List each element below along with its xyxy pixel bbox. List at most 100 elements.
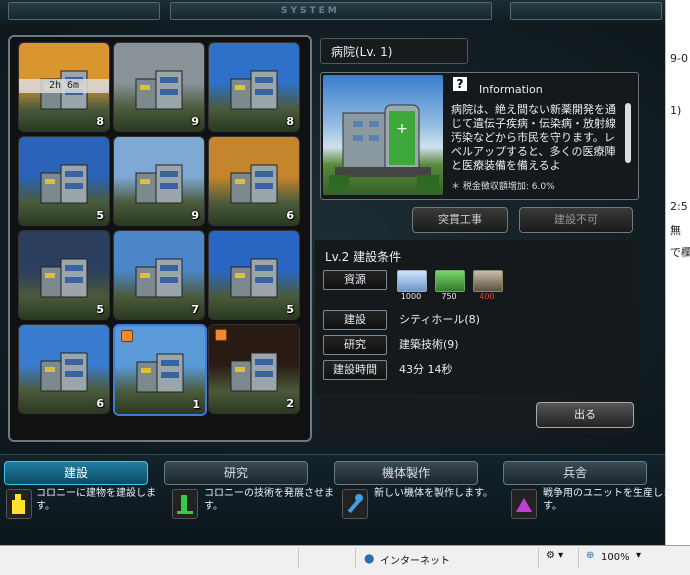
build-time-label: 建設時間 bbox=[323, 360, 387, 380]
info-heading: Information bbox=[479, 83, 543, 96]
build-icon bbox=[6, 489, 32, 519]
globe-icon: ● bbox=[364, 551, 375, 565]
building-grid-panel: 2h 6m 8 9 8 5 9 6 5 7 5 6 1 2 bbox=[8, 35, 312, 442]
rush-build-button[interactable]: 突貫工事 bbox=[412, 207, 508, 233]
building-icon bbox=[133, 348, 187, 394]
building-count: 8 bbox=[96, 115, 104, 128]
build-time-value: 43分 14秒 bbox=[399, 363, 453, 376]
status-divider bbox=[538, 548, 539, 568]
top-slot-center: SYSTEM bbox=[170, 2, 492, 20]
building-title-box: 病院(Lv. 1) bbox=[320, 38, 468, 64]
building-count: 5 bbox=[286, 303, 294, 316]
resource-amount: 1000 bbox=[400, 292, 422, 301]
strip-text: 無 bbox=[670, 224, 681, 237]
building-icon bbox=[132, 253, 186, 299]
browser-right-strip: 9-0 1) 2:5 無 で欄 bbox=[665, 0, 690, 545]
building-icon bbox=[37, 347, 91, 393]
build-req-label: 建設 bbox=[323, 310, 387, 330]
building-tile[interactable]: 1 bbox=[113, 324, 207, 416]
exit-bar: 出る bbox=[320, 397, 637, 433]
research-desc: コロニーの技術を発展させます。 bbox=[204, 488, 334, 512]
unit-icon bbox=[511, 489, 537, 519]
building-tile[interactable]: 5 bbox=[18, 136, 110, 226]
building-tile[interactable]: 2 bbox=[208, 324, 300, 414]
zone-label: インターネット bbox=[380, 556, 450, 567]
building-tile[interactable]: 9 bbox=[113, 42, 205, 132]
building-icon bbox=[37, 159, 91, 205]
help-icon[interactable]: ? bbox=[453, 77, 467, 91]
strip-text: で欄 bbox=[670, 246, 690, 259]
requirements-box: Lv.2 建設条件 資源 1000 750 400 建設 シティホール(8) 研… bbox=[315, 240, 639, 395]
building-image: + bbox=[323, 75, 443, 195]
building-count: 2 bbox=[286, 397, 294, 410]
research-req-value: 建築技術(9) bbox=[399, 338, 459, 351]
building-tile[interactable]: 2h 6m 8 bbox=[18, 42, 110, 132]
building-count: 5 bbox=[96, 209, 104, 222]
building-count: 9 bbox=[191, 115, 199, 128]
info-text: 病院は、絶え間ない新薬開発を通じて遺伝子疾病・伝染病・放射線汚染などから市民を守… bbox=[451, 103, 616, 172]
building-count: 6 bbox=[286, 209, 294, 222]
zoom-dropdown-icon[interactable]: ▾ bbox=[636, 550, 641, 561]
building-icon bbox=[132, 159, 186, 205]
building-icon bbox=[37, 253, 91, 299]
status-divider bbox=[298, 548, 299, 568]
requirements-title: Lv.2 建設条件 bbox=[325, 250, 402, 264]
building-tile[interactable]: 6 bbox=[208, 136, 300, 226]
build-req-value: シティホール(8) bbox=[399, 313, 480, 326]
building-icon bbox=[227, 65, 281, 111]
building-count: 7 bbox=[191, 303, 199, 316]
building-count: 1 bbox=[192, 398, 200, 411]
new-badge-icon bbox=[121, 330, 133, 342]
building-tile[interactable]: 7 bbox=[113, 230, 205, 320]
info-scrollbar[interactable] bbox=[625, 103, 631, 163]
research-icon bbox=[172, 489, 198, 519]
building-icon bbox=[132, 65, 186, 111]
resource-label: 資源 bbox=[323, 270, 387, 290]
building-detail-panel: 病院(Lv. 1) + ? Information 病院は、絶え間ない新薬開発を… bbox=[313, 35, 643, 438]
bottom-menu: 建設 研究 機体製作 兵舎 コロニーに建物を建設します。 コロニーの技術を発展さ… bbox=[0, 454, 673, 546]
building-count: 6 bbox=[96, 397, 104, 410]
status-divider bbox=[355, 548, 356, 568]
top-bar: SYSTEM bbox=[0, 0, 665, 25]
resource-amount: 750 bbox=[441, 292, 457, 301]
building-tile[interactable]: 8 bbox=[208, 42, 300, 132]
new-badge-icon bbox=[215, 329, 227, 341]
crystal-resource-icon bbox=[435, 270, 465, 292]
metal-resource-icon bbox=[397, 270, 427, 292]
unit-production-desc: 新しい機体を製作します。 bbox=[374, 488, 493, 499]
building-title: 病院(Lv. 1) bbox=[331, 45, 393, 59]
tax-note: ＊ 税金徴収額増加: 6.0% bbox=[451, 182, 555, 192]
info-box: + ? Information 病院は、絶え間ない新薬開発を通じて遺伝子疾病・伝… bbox=[320, 72, 639, 200]
building-icon bbox=[227, 253, 281, 299]
status-divider bbox=[578, 548, 579, 568]
building-tile[interactable]: 5 bbox=[18, 230, 110, 320]
resource-amount-deficit: 400 bbox=[479, 292, 495, 301]
cannot-build-button[interactable]: 建設不可 bbox=[519, 207, 633, 233]
exit-button[interactable]: 出る bbox=[536, 402, 634, 428]
research-req-label: 研究 bbox=[323, 335, 387, 355]
building-icon bbox=[227, 159, 281, 205]
barracks-desc: 戦争用のユニットを生産します。 bbox=[543, 488, 673, 512]
ore-resource-icon bbox=[473, 270, 503, 292]
strip-text: 2:5 bbox=[670, 200, 688, 213]
building-count: 5 bbox=[96, 303, 104, 316]
building-tile[interactable]: 5 bbox=[208, 230, 300, 320]
tab-barracks[interactable]: 兵舎 bbox=[503, 461, 647, 485]
build-desc: コロニーに建物を建設します。 bbox=[36, 488, 156, 512]
zoom-icon: ⊕ bbox=[586, 550, 595, 561]
tab-build[interactable]: 建設 bbox=[4, 461, 148, 485]
strip-text: 9-0 bbox=[670, 52, 688, 65]
building-tile[interactable]: 6 bbox=[18, 324, 110, 414]
building-tile[interactable]: 9 bbox=[113, 136, 205, 226]
svg-text:+: + bbox=[396, 121, 408, 137]
building-count: 8 bbox=[286, 115, 294, 128]
strip-text: 1) bbox=[670, 104, 682, 117]
tab-research[interactable]: 研究 bbox=[164, 461, 308, 485]
security-icon[interactable]: ⚙ ▾ bbox=[546, 550, 563, 561]
browser-status-bar: ● インターネット ⚙ ▾ ⊕ 100% ▾ bbox=[0, 545, 690, 575]
zoom-level[interactable]: 100% bbox=[601, 552, 630, 563]
building-icon bbox=[227, 347, 281, 393]
top-emblem: SYSTEM bbox=[281, 6, 340, 16]
tab-unit-production[interactable]: 機体製作 bbox=[334, 461, 478, 485]
build-timer: 2h 6m bbox=[19, 79, 109, 93]
